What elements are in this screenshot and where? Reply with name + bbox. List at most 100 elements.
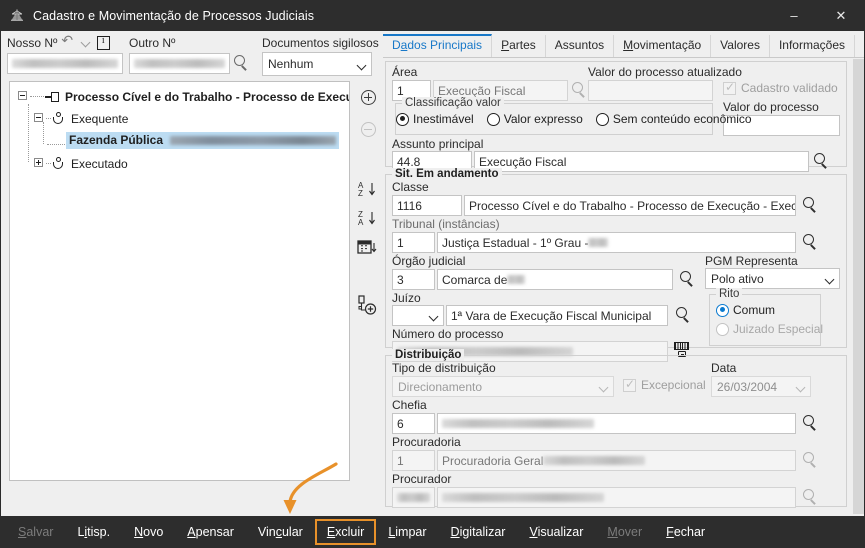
digitalizar-button[interactable]: Digitalizar [439, 519, 518, 545]
tab-informacoes[interactable]: Informações [770, 35, 855, 57]
litisp-button[interactable]: Litisp. [65, 519, 122, 545]
chefia-code-value: 6 [397, 417, 404, 431]
tab-valores[interactable]: Valores [711, 35, 770, 57]
tree-row[interactable]: Executado [10, 154, 349, 173]
apensar-button[interactable]: Apensar [175, 519, 246, 545]
form-vertical-scrollbar[interactable] [853, 59, 864, 514]
chevron-down-icon[interactable] [79, 37, 93, 49]
assunto-principal-name-input[interactable]: Execução Fiscal [474, 151, 809, 172]
add-branch-button[interactable] [356, 295, 380, 319]
limpar-button[interactable]: Limpar [376, 519, 438, 545]
classe-code-input[interactable]: 1116 [392, 195, 462, 216]
situacao-label: Sit. Em andamento [392, 168, 502, 180]
selected-party[interactable]: Fazenda Pública [66, 132, 339, 149]
outro-numero-search-icon[interactable] [233, 55, 249, 76]
procurador-code-input[interactable] [392, 487, 435, 508]
area-search-icon[interactable] [571, 82, 587, 103]
tribunal-name-input[interactable]: Justiça Estadual - 1º Grau - [437, 232, 796, 253]
classe-label: Classe [392, 180, 429, 194]
radio-valor-expresso[interactable]: Valor expresso [487, 112, 583, 126]
tab-partes[interactable]: Partes [492, 35, 546, 57]
tribunal-code-input[interactable]: 1 [392, 232, 435, 253]
rito-group: Rito [709, 294, 821, 346]
assunto-principal-search-icon[interactable] [813, 153, 829, 174]
tab-movimentacao[interactable]: Movimentação [614, 35, 711, 57]
tree-row[interactable]: Processo Cível e do Trabalho - Processo … [10, 87, 349, 106]
cadastro-validado-checkbox[interactable]: Cadastro validado [723, 81, 838, 95]
tree-node-label: Processo Cível e do Trabalho - Processo … [65, 90, 350, 104]
nosso-numero-input[interactable] [7, 53, 123, 74]
procuradoria-name-value: Procuradoria Geral [442, 454, 543, 468]
chefia-search-icon[interactable] [802, 415, 818, 436]
procuradoria-search-icon[interactable] [802, 452, 818, 473]
remove-node-button [356, 117, 380, 141]
visualizar-button[interactable]: Visualizar [517, 519, 595, 545]
radio-juizado-especial[interactable]: Juizado Especial [716, 322, 823, 336]
redacted-value [442, 419, 594, 428]
area-name-value: Execução Fiscal [438, 84, 525, 98]
tribunal-name-value: Justiça Estadual - 1º Grau - [442, 236, 588, 250]
redacted-value [507, 275, 525, 284]
pgm-representa-select[interactable]: Polo ativo [705, 268, 840, 289]
data-distribuicao-label: Data [711, 361, 736, 375]
radio-comum[interactable]: Comum [716, 303, 775, 317]
radio-inestimavel[interactable]: Inestimável [396, 112, 474, 126]
redacted-value [543, 456, 645, 465]
classe-search-icon[interactable] [802, 197, 818, 218]
outro-numero-input[interactable] [129, 53, 230, 74]
procuradoria-code-input[interactable]: 1 [392, 450, 435, 471]
radio-sem-conteudo-economico[interactable]: Sem conteúdo econômico [596, 112, 752, 126]
collapse-expander-icon[interactable] [18, 91, 29, 102]
orgao-judicial-search-icon[interactable] [679, 271, 695, 292]
expand-expander-icon[interactable] [34, 158, 45, 169]
classe-code-value: 1116 [397, 199, 422, 213]
tab-assuntos[interactable]: Assuntos [546, 35, 614, 57]
fechar-button[interactable]: Fechar [654, 519, 717, 545]
sort-date-button[interactable] [356, 237, 380, 261]
tribunal-code-value: 1 [397, 236, 404, 250]
tree-connector [46, 163, 51, 164]
documentos-sigilosos-select[interactable]: Nenhum [262, 52, 372, 76]
excepcional-checkbox[interactable]: Excepcional [623, 378, 706, 392]
pgm-representa-label: PGM Representa [705, 254, 798, 268]
collapse-expander-icon[interactable] [34, 113, 45, 124]
data-distribuicao-input[interactable]: 26/03/2004 [711, 376, 811, 397]
orgao-judicial-name-input[interactable]: Comarca de [437, 269, 673, 290]
chefia-code-input[interactable]: 6 [392, 413, 435, 434]
tribunal-label: Tribunal (instâncias) [392, 217, 500, 231]
tribunal-search-icon[interactable] [802, 234, 818, 255]
person-icon [52, 157, 65, 171]
tipo-distribuicao-select[interactable]: Direcionamento [392, 376, 614, 397]
chevron-down-icon [598, 380, 611, 393]
classe-name-input[interactable]: Processo Cível e do Trabalho - Processo … [464, 195, 796, 216]
tree-row[interactable]: Exequente [10, 109, 349, 128]
novo-button[interactable]: Novo [122, 519, 175, 545]
plus-circle-icon [361, 90, 376, 105]
info-label-icon[interactable] [97, 36, 110, 50]
orgao-judicial-code-input[interactable]: 3 [392, 269, 435, 290]
vincular-button[interactable]: Vincular [246, 519, 315, 545]
juizo-code-select[interactable] [392, 305, 444, 326]
excluir-button[interactable]: Excluir [315, 519, 377, 545]
tab-dados-principais[interactable]: Dados Principais [383, 34, 492, 57]
procurador-name-input[interactable] [437, 487, 796, 508]
chefia-name-input[interactable] [437, 413, 796, 434]
procurador-search-icon[interactable] [802, 489, 818, 510]
tree-row[interactable]: Fazenda Pública [10, 131, 349, 150]
tab-bar: Dados Principais Partes Assuntos Movimen… [383, 33, 864, 58]
sort-za-button[interactable]: Z A [356, 208, 380, 232]
close-button[interactable]: ✕ [817, 0, 865, 31]
undo-icon[interactable] [61, 37, 75, 49]
radio-label: Inestimável [413, 112, 474, 126]
add-node-button[interactable] [356, 85, 380, 109]
sort-az-button[interactable]: A Z [356, 179, 380, 203]
tab-cdas[interactable]: CDAs [855, 35, 865, 57]
minimize-button[interactable]: – [771, 0, 817, 31]
tree-node-label: Exequente [71, 112, 128, 126]
juizo-search-icon[interactable] [675, 307, 691, 328]
procuradoria-name-input[interactable]: Procuradoria Geral [437, 450, 796, 471]
tree-node-label: Fazenda Pública [69, 133, 163, 147]
valor-atualizado-input[interactable] [588, 80, 713, 101]
process-parties-tree[interactable]: Processo Cível e do Trabalho - Processo … [9, 81, 350, 481]
juizo-name-input[interactable]: 1ª Vara de Execução Fiscal Municipal [446, 305, 668, 326]
